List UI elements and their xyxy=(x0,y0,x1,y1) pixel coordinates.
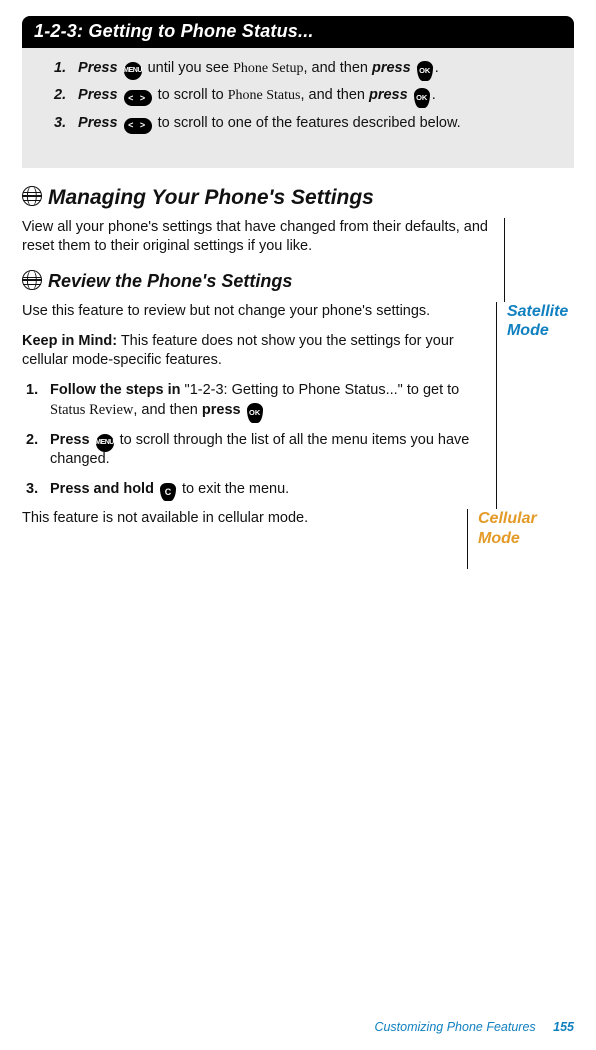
procedure-title: 1-2-3: Getting to Phone Status... xyxy=(34,21,314,41)
step-bold: Press and hold xyxy=(50,481,158,497)
lcd-text: Status Review xyxy=(50,402,133,418)
section1-intro: View all your phone's settings that have… xyxy=(22,218,488,257)
menu-icon: MENU xyxy=(96,434,114,452)
scroll-icon: < > xyxy=(124,118,152,134)
scroll-icon: < > xyxy=(124,90,152,106)
step-bold: Press xyxy=(50,432,94,448)
section1-row: View all your phone's settings that have… xyxy=(22,218,574,302)
step-bold: Press xyxy=(78,115,122,131)
cellular-text: This feature is not available in cellula… xyxy=(22,509,451,529)
cellular-left: This feature is not available in cellula… xyxy=(22,509,468,569)
lcd-text: Phone Setup xyxy=(233,61,303,76)
step-number: 1. xyxy=(26,381,38,401)
procedure-step-3: 3. Press < > to scroll to one of the fea… xyxy=(54,113,562,134)
footer-page-number: 155 xyxy=(553,1020,574,1034)
section-heading-managing: Managing Your Phone's Settings xyxy=(22,186,574,210)
step-bold: press xyxy=(372,60,415,76)
step-number: 1. xyxy=(54,58,74,79)
step-text: , and then xyxy=(300,87,369,103)
ok-icon: OK xyxy=(414,88,430,108)
globe-icon xyxy=(22,186,42,206)
satellite-label-line2: Mode xyxy=(507,321,574,340)
cellular-mode-label: Cellular Mode xyxy=(468,509,574,569)
review-steps: 1. Follow the steps in "1-2-3: Getting t… xyxy=(22,381,480,500)
review-step-1: 1. Follow the steps in "1-2-3: Getting t… xyxy=(50,381,480,421)
step-number: 2. xyxy=(54,85,74,106)
step-text: to exit the menu. xyxy=(178,481,289,497)
ok-icon: OK xyxy=(417,61,433,81)
step-text: , and then xyxy=(303,60,372,76)
review-step-2: 2. Press MENU to scroll through the list… xyxy=(50,431,480,470)
globe-icon xyxy=(22,270,42,290)
review-keep: Keep in Mind: This feature does not show… xyxy=(22,332,480,371)
step-text: . xyxy=(435,60,439,76)
step-number: 2. xyxy=(26,431,38,451)
satellite-label-line1: Satellite xyxy=(507,302,574,321)
procedure-step-1: 1. Press MENU until you see Phone Setup,… xyxy=(54,58,562,79)
step-text: "1-2-3: Getting to Phone Status..." to g… xyxy=(185,382,460,398)
procedure-header: 1-2-3: Getting to Phone Status... xyxy=(22,16,574,48)
procedure-steps-list: 1. Press MENU until you see Phone Setup,… xyxy=(34,58,562,134)
page: 1-2-3: Getting to Phone Status... 1. Pre… xyxy=(0,0,596,1050)
c-icon: C xyxy=(160,483,176,501)
footer-chapter: Customizing Phone Features xyxy=(374,1020,535,1034)
step-number: 3. xyxy=(54,113,74,134)
ok-icon: OK xyxy=(247,403,263,423)
subsection-heading-review: Review the Phone's Settings xyxy=(22,271,488,292)
step-bold: press xyxy=(202,402,245,418)
section1-right-empty xyxy=(505,218,574,302)
page-footer: Customizing Phone Features 155 xyxy=(374,1020,574,1034)
lcd-text: Phone Status xyxy=(228,88,301,103)
cellular-row: This feature is not available in cellula… xyxy=(22,509,574,569)
step-bold: Follow the steps in xyxy=(50,382,185,398)
step-number: 3. xyxy=(26,480,38,500)
satellite-mode-label: Satellite Mode xyxy=(497,302,574,509)
step-bold: Press xyxy=(78,60,122,76)
step-text: to scroll through the list of all the me… xyxy=(50,432,469,468)
step-text: to scroll to xyxy=(154,87,228,103)
keep-label: Keep in Mind: xyxy=(22,333,117,349)
procedure-steps-box: 1. Press MENU until you see Phone Setup,… xyxy=(22,48,574,168)
step-bold: press xyxy=(369,87,412,103)
section1-left: View all your phone's settings that have… xyxy=(22,218,505,302)
step-text: to scroll to one of the features describ… xyxy=(154,115,461,131)
step-bold: Press xyxy=(78,87,122,103)
review-row: Use this feature to review but not chang… xyxy=(22,302,574,509)
step-text: until you see xyxy=(144,60,233,76)
step-text: , and then xyxy=(133,402,202,418)
step-text: . xyxy=(432,87,436,103)
procedure-step-2: 2. Press < > to scroll to Phone Status, … xyxy=(54,85,562,106)
menu-icon: MENU xyxy=(124,62,142,80)
review-p1: Use this feature to review but not chang… xyxy=(22,302,480,322)
section-heading-text: Managing Your Phone's Settings xyxy=(48,186,374,209)
subsection-heading-text: Review the Phone's Settings xyxy=(48,271,292,291)
review-left: Use this feature to review but not chang… xyxy=(22,302,497,509)
cellular-label-line2: Mode xyxy=(478,529,574,548)
cellular-label-line1: Cellular xyxy=(478,509,574,528)
review-step-3: 3. Press and hold C to exit the menu. xyxy=(50,480,480,500)
